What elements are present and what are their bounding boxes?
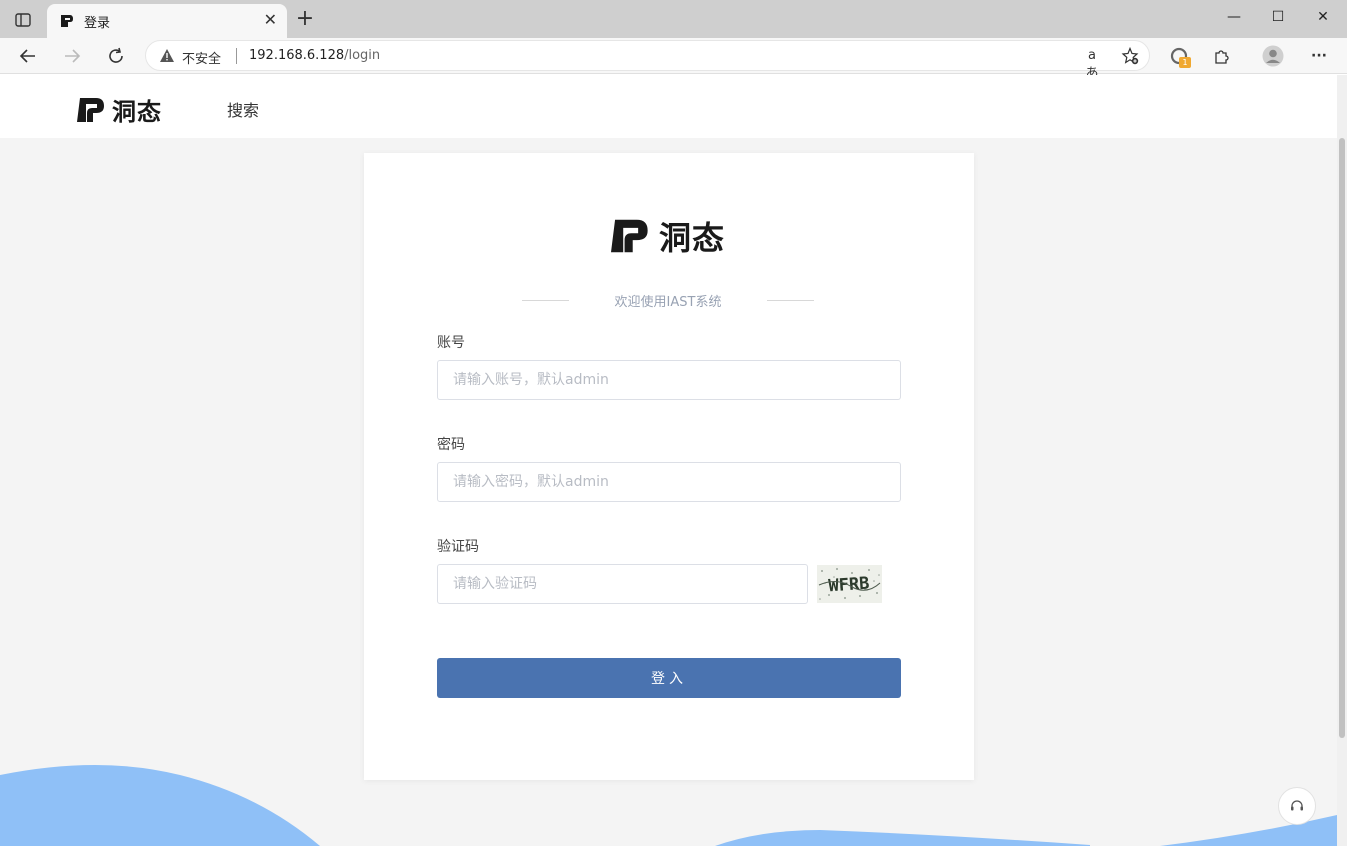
top-navigation: 洞态 搜索: [0, 75, 1337, 138]
not-secure-label: 不安全: [182, 52, 222, 67]
refresh-icon: [109, 47, 123, 63]
address-separator: [236, 48, 237, 64]
more-menu-icon[interactable]: ···: [1308, 45, 1330, 67]
back-button[interactable]: [14, 42, 42, 70]
back-arrow-icon: [19, 49, 35, 63]
url-text[interactable]: 192.168.6.128/login: [249, 48, 380, 63]
welcome-row: 欢迎使用IAST系统: [522, 291, 814, 310]
welcome-divider-right: [767, 300, 814, 301]
extension-badge: 1: [1179, 57, 1191, 68]
scrollbar-thumb[interactable]: [1339, 138, 1345, 738]
brand-mark-icon: [611, 219, 648, 253]
warning-icon: [160, 49, 174, 62]
tab-close-icon[interactable]: ✕: [264, 12, 277, 28]
site-favicon-icon: [61, 15, 73, 27]
read-aloud-icon[interactable]: aあ: [1083, 47, 1101, 81]
nav-search-link[interactable]: 搜索: [227, 97, 259, 121]
url-host: 192.168.6.128: [249, 48, 345, 63]
page-viewport: 洞态 搜索 洞态 欢迎使用IAST系统 账号 密码 验证码: [0, 75, 1337, 846]
browser-tab-strip: 登录 ✕ + — ☐ ✕: [0, 0, 1347, 38]
window-minimize-button[interactable]: —: [1219, 6, 1249, 28]
profile-avatar-icon[interactable]: [1262, 45, 1284, 67]
headset-icon: [1291, 800, 1303, 811]
url-path: /login: [344, 48, 381, 63]
forward-arrow-icon: [65, 49, 81, 63]
account-input[interactable]: [437, 360, 901, 400]
brand-mark-icon: [77, 97, 104, 122]
password-input[interactable]: [437, 462, 901, 502]
captcha-input[interactable]: [437, 564, 808, 604]
nav-logo[interactable]: 洞态: [76, 92, 162, 127]
address-bar[interactable]: 不安全 192.168.6.128/login aあ: [145, 40, 1150, 81]
extensions-puzzle-icon[interactable]: [1211, 45, 1233, 67]
browser-toolbar: 不安全 192.168.6.128/login aあ ···: [0, 38, 1347, 81]
tab-title: 登录: [84, 16, 111, 31]
tab-actions-icon[interactable]: [8, 7, 38, 33]
login-logo: 洞态: [609, 213, 725, 259]
login-brand-text: 洞态: [659, 219, 726, 257]
page-scrollbar[interactable]: [1337, 75, 1347, 846]
nav-brand-text: 洞态: [112, 98, 162, 126]
window-close-button[interactable]: ✕: [1308, 6, 1338, 28]
forward-button[interactable]: [58, 42, 86, 70]
password-label: 密码: [437, 437, 465, 453]
account-label: 账号: [437, 335, 465, 351]
window-maximize-button[interactable]: ☐: [1263, 6, 1293, 28]
refresh-button[interactable]: [102, 42, 130, 70]
captcha-image[interactable]: WFRB: [817, 565, 882, 603]
login-button[interactable]: 登入: [437, 658, 901, 698]
login-card: 洞态 欢迎使用IAST系统 账号 密码 验证码 WFRB 登入: [364, 153, 974, 780]
add-favorite-icon[interactable]: [1121, 46, 1139, 65]
captcha-label: 验证码: [437, 539, 479, 555]
customer-support-button[interactable]: [1278, 787, 1316, 825]
browser-tab[interactable]: 登录 ✕: [47, 4, 287, 38]
new-tab-button[interactable]: +: [292, 6, 318, 32]
